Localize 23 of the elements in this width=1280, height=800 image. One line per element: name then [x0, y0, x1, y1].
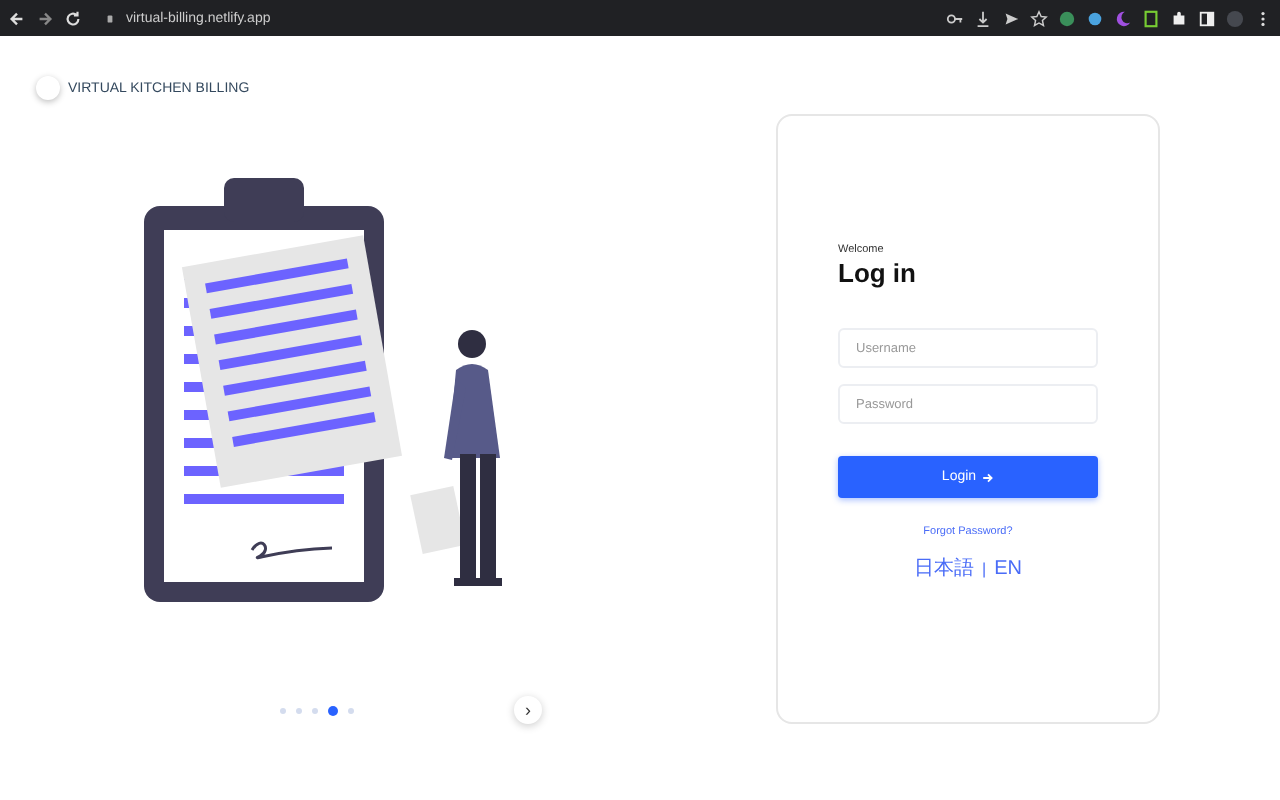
back-icon[interactable] [8, 9, 26, 27]
logo-circle [36, 76, 60, 100]
share-icon[interactable] [1002, 9, 1020, 27]
forward-icon[interactable] [36, 9, 54, 27]
next-slide-button[interactable]: › [514, 696, 542, 724]
star-icon[interactable] [1030, 9, 1048, 27]
separator: | [982, 559, 987, 577]
carousel-dot[interactable] [348, 707, 354, 713]
carousel-dot[interactable] [312, 707, 318, 713]
key-icon[interactable] [946, 9, 964, 27]
carousel-dot[interactable] [280, 707, 286, 713]
moon-icon[interactable] [1114, 9, 1132, 27]
arrow-icon [982, 471, 995, 483]
language-link[interactable]: EN [994, 557, 1022, 579]
login-title: Log in [838, 258, 918, 288]
carousel-dot[interactable] [296, 707, 302, 713]
puzzle-icon[interactable] [1170, 9, 1188, 27]
carousel-dot[interactable] [328, 705, 338, 715]
sidebar-icon[interactable] [1198, 9, 1216, 27]
reload-icon[interactable] [64, 9, 82, 27]
extension-icon[interactable] [1142, 9, 1160, 27]
download-icon[interactable] [974, 9, 992, 27]
language-link[interactable]: 日本語 [914, 554, 974, 582]
